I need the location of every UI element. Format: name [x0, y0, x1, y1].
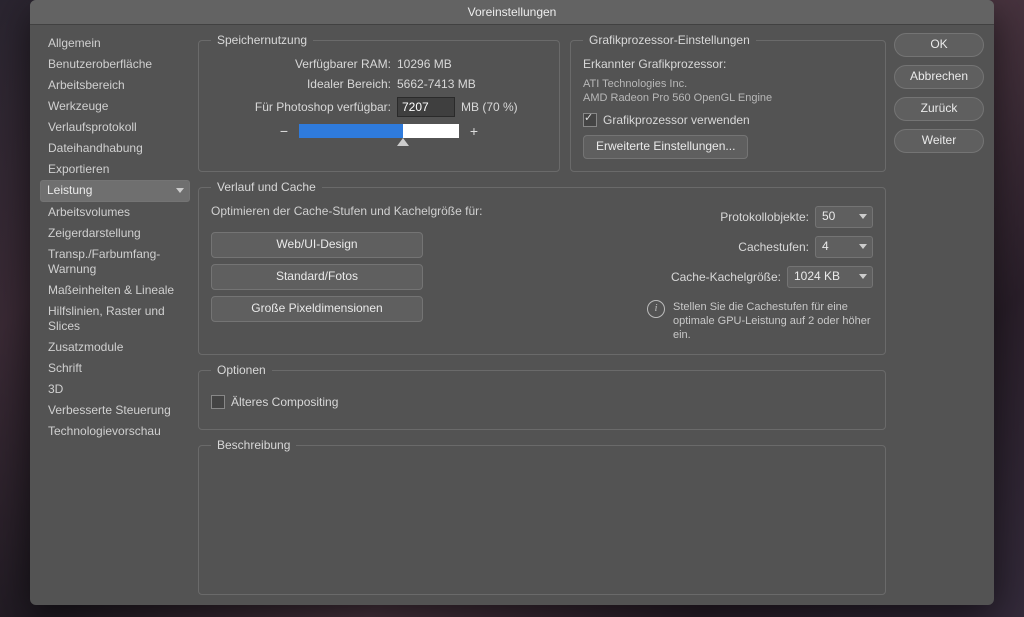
photoshop-ram-label: Für Photoshop verfügbar:: [211, 100, 391, 114]
sidebar-item-schrift[interactable]: Schrift: [40, 358, 190, 379]
sidebar-item-exportieren[interactable]: Exportieren: [40, 159, 190, 180]
options-legend: Optionen: [211, 363, 272, 377]
memory-legend: Speichernutzung: [211, 33, 313, 47]
sidebar-item-verbesserte-steuerung[interactable]: Verbesserte Steuerung: [40, 400, 190, 421]
legacy-compositing-label: Älteres Compositing: [231, 395, 338, 409]
window-title: Voreinstellungen: [30, 0, 994, 25]
preset-web-ui-button[interactable]: Web/UI-Design: [211, 232, 423, 258]
sidebar-item-technologievorschau[interactable]: Technologievorschau: [40, 421, 190, 442]
cache-tile-label: Cache-Kachelgröße:: [671, 270, 781, 284]
sidebar-item-dateihandhabung[interactable]: Dateihandhabung: [40, 138, 190, 159]
cache-levels-select[interactable]: 4: [815, 236, 873, 258]
optimize-for-label: Optimieren der Cache-Stufen und Kachelgr…: [211, 204, 482, 218]
sidebar-item-arbeitsvolumes[interactable]: Arbeitsvolumes: [40, 202, 190, 223]
cancel-button[interactable]: Abbrechen: [894, 65, 984, 89]
use-gpu-checkbox[interactable]: Grafikprozessor verwenden: [583, 113, 873, 127]
history-cache-group: Verlauf und Cache Optimieren der Cache-S…: [198, 180, 886, 355]
description-group: Beschreibung: [198, 438, 886, 595]
dialog-buttons: OK Abbrechen Zurück Weiter: [894, 33, 984, 595]
use-gpu-label: Grafikprozessor verwenden: [603, 113, 750, 127]
slider-thumb-icon[interactable]: [397, 138, 409, 146]
photoshop-ram-unit: MB (70 %): [461, 100, 518, 114]
ideal-range-value: 5662-7413 MB: [397, 77, 476, 91]
options-group: Optionen Älteres Compositing: [198, 363, 886, 430]
info-icon: i: [647, 300, 665, 318]
sidebar-item-transp-farbumfang-warnung[interactable]: Transp./Farbumfang-Warnung: [40, 244, 190, 280]
preferences-dialog: Voreinstellungen AllgemeinBenutzeroberfl…: [30, 0, 994, 605]
gpu-vendor: ATI Technologies Inc.: [583, 77, 873, 91]
sidebar-item-arbeitsbereich[interactable]: Arbeitsbereich: [40, 75, 190, 96]
cache-tile-select[interactable]: 1024 KB: [787, 266, 873, 288]
detected-gpu-label: Erkannter Grafikprozessor:: [583, 57, 873, 71]
checkbox-icon: [583, 113, 597, 127]
sidebar-item-werkzeuge[interactable]: Werkzeuge: [40, 96, 190, 117]
next-button[interactable]: Weiter: [894, 129, 984, 153]
gpu-legend: Grafikprozessor-Einstellungen: [583, 33, 756, 47]
category-sidebar: AllgemeinBenutzeroberflächeArbeitsbereic…: [40, 33, 190, 595]
sidebar-item-zusatzmodule[interactable]: Zusatzmodule: [40, 337, 190, 358]
history-states-label: Protokollobjekte:: [720, 210, 809, 224]
ram-decrease-button[interactable]: −: [277, 123, 291, 139]
gpu-device: AMD Radeon Pro 560 OpenGL Engine: [583, 91, 873, 105]
ram-slider[interactable]: [299, 124, 459, 138]
sidebar-item-3d[interactable]: 3D: [40, 379, 190, 400]
history-states-select[interactable]: 50: [815, 206, 873, 228]
sidebar-item-benutzeroberfl-che[interactable]: Benutzeroberfläche: [40, 54, 190, 75]
available-ram-value: 10296 MB: [397, 57, 452, 71]
memory-usage-group: Speichernutzung Verfügbarer RAM: 10296 M…: [198, 33, 560, 172]
legacy-compositing-checkbox[interactable]: Älteres Compositing: [211, 395, 873, 409]
cache-info-text: Stellen Sie die Cachestufen für eine opt…: [673, 300, 873, 342]
preset-large-button[interactable]: Große Pixeldimensionen: [211, 296, 423, 322]
cache-legend: Verlauf und Cache: [211, 180, 322, 194]
gpu-advanced-button[interactable]: Erweiterte Einstellungen...: [583, 135, 748, 159]
available-ram-label: Verfügbarer RAM:: [211, 57, 391, 71]
ideal-range-label: Idealer Bereich:: [211, 77, 391, 91]
photoshop-ram-input[interactable]: [397, 97, 455, 117]
preset-standard-button[interactable]: Standard/Fotos: [211, 264, 423, 290]
description-legend: Beschreibung: [211, 438, 296, 452]
sidebar-item-allgemein[interactable]: Allgemein: [40, 33, 190, 54]
sidebar-item-verlaufsprotokoll[interactable]: Verlaufsprotokoll: [40, 117, 190, 138]
gpu-settings-group: Grafikprozessor-Einstellungen Erkannter …: [570, 33, 886, 172]
cache-levels-label: Cachestufen:: [738, 240, 809, 254]
ram-increase-button[interactable]: +: [467, 123, 481, 139]
sidebar-item-leistung[interactable]: Leistung: [40, 180, 190, 202]
ok-button[interactable]: OK: [894, 33, 984, 57]
back-button[interactable]: Zurück: [894, 97, 984, 121]
checkbox-icon: [211, 395, 225, 409]
sidebar-item-zeigerdarstellung[interactable]: Zeigerdarstellung: [40, 223, 190, 244]
sidebar-item-hilfslinien-raster-und-slices[interactable]: Hilfslinien, Raster und Slices: [40, 301, 190, 337]
sidebar-item-ma-einheiten-lineale[interactable]: Maßeinheiten & Lineale: [40, 280, 190, 301]
